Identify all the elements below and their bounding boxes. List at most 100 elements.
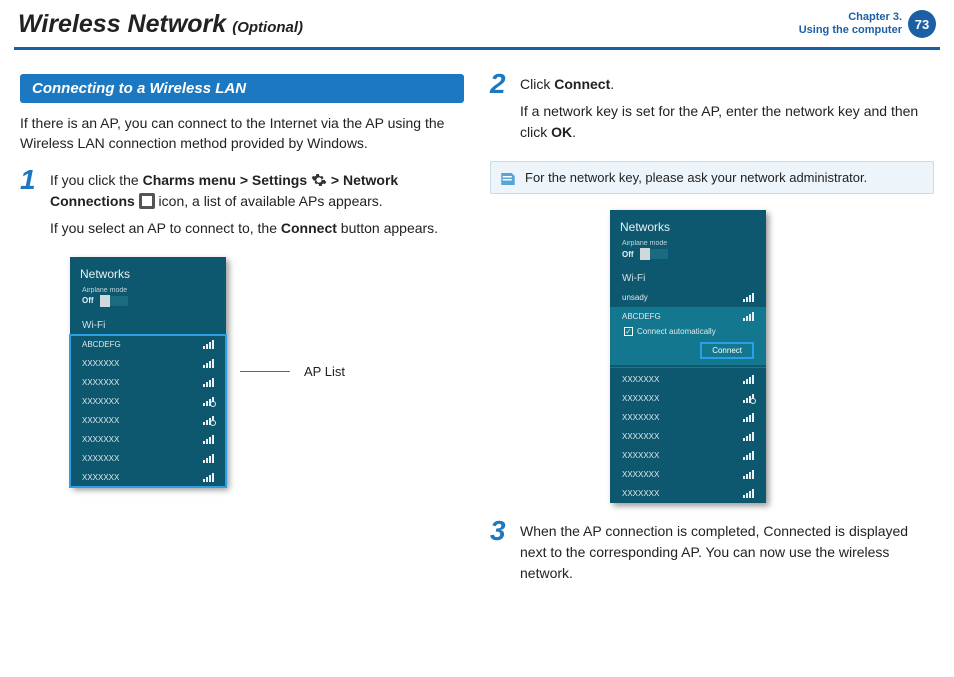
network-connections-icon: [139, 193, 155, 209]
ap-name: XXXXXXX: [82, 359, 119, 368]
step1-p2c: button appears.: [337, 220, 438, 236]
signal-icon: [743, 470, 754, 479]
chapter-line2: Using the computer: [799, 24, 902, 37]
ap-row[interactable]: XXXXXXX: [610, 484, 766, 503]
ap-row[interactable]: XXXXXXX: [610, 408, 766, 427]
page-subtitle: (Optional): [232, 19, 303, 36]
ap-name: XXXXXXX: [82, 454, 119, 463]
airplane-mode-state: Off: [82, 296, 94, 305]
wifi-section-label: Wi-Fi: [610, 267, 766, 288]
signal-icon: [743, 489, 754, 498]
ap-row[interactable]: XXXXXXX: [610, 446, 766, 465]
note-box: For the network key, please ask your net…: [490, 161, 934, 194]
wifi-section-label: Wi-Fi: [70, 314, 226, 335]
signal-icon: [743, 293, 754, 302]
signal-secure-icon: [203, 397, 214, 406]
ap-name: XXXXXXX: [82, 378, 119, 387]
ap-name: XXXXXXX: [622, 489, 659, 498]
step1-text-end: icon, a list of available APs appears.: [155, 193, 383, 209]
step-3-number: 3: [490, 517, 510, 590]
ap-name: XXXXXXX: [82, 416, 119, 425]
step1-p2b: Connect: [281, 220, 337, 236]
signal-icon: [203, 435, 214, 444]
ap-row[interactable]: XXXXXXX: [610, 389, 766, 408]
step1-text: If you click the: [50, 172, 143, 188]
ap-row[interactable]: XXXXXXX: [70, 411, 226, 430]
callout-aplist: AP List: [304, 364, 345, 379]
connect-auto-checkbox[interactable]: ✓: [624, 327, 633, 336]
signal-icon: [743, 432, 754, 441]
note-icon: [499, 170, 517, 191]
ap-name: XXXXXXX: [622, 470, 659, 479]
signal-secure-icon: [203, 416, 214, 425]
divider: [610, 367, 766, 368]
chapter-info: Chapter 3. Using the computer 73: [799, 10, 936, 38]
step2-p1b: Connect: [554, 76, 610, 92]
ap-row[interactable]: XXXXXXX: [610, 370, 766, 389]
gear-icon: [311, 172, 327, 188]
signal-secure-icon: [743, 394, 754, 403]
chapter-line1: Chapter 3.: [799, 11, 902, 24]
ap-name: XXXXXXX: [82, 435, 119, 444]
ap-row[interactable]: XXXXXXX: [70, 430, 226, 449]
ap-name: ABCDEFG: [82, 340, 121, 349]
connect-button[interactable]: Connect: [700, 342, 754, 359]
ap-row[interactable]: XXXXXXX: [610, 427, 766, 446]
signal-icon: [743, 413, 754, 422]
step-1-number: 1: [20, 166, 40, 245]
ap-row[interactable]: XXXXXXX: [70, 392, 226, 411]
signal-icon: [203, 340, 214, 349]
connect-auto-label: Connect automatically: [637, 327, 716, 336]
ap-name: XXXXXXX: [622, 451, 659, 460]
step-2-number: 2: [490, 70, 510, 149]
networks-panel-left: Networks Airplane mode Off Wi-Fi ABCDEFG…: [70, 257, 226, 487]
airplane-toggle[interactable]: [100, 296, 128, 306]
airplane-toggle[interactable]: [640, 249, 668, 259]
panel-title: Networks: [610, 210, 766, 240]
airplane-mode-state: Off: [622, 250, 634, 259]
ap-row[interactable]: ABCDEFG: [70, 335, 226, 354]
step-2: 2 Click Connect. If a network key is set…: [490, 74, 934, 149]
airplane-mode-label: Airplane mode: [622, 240, 754, 247]
callout-line: [240, 371, 290, 372]
page-number-badge: 73: [908, 10, 936, 38]
section-intro: If there is an AP, you can connect to th…: [20, 113, 464, 154]
step2-p2c: .: [572, 124, 576, 140]
airplane-mode-label: Airplane mode: [82, 287, 214, 294]
ap-row-selected[interactable]: ABCDEFG ✓ Connect automatically Connect: [610, 307, 766, 365]
ap-name: XXXXXXX: [82, 473, 119, 482]
ap-name: XXXXXXX: [622, 413, 659, 422]
ap-row[interactable]: XXXXXXX: [70, 373, 226, 392]
step-1: 1 If you click the Charms menu > Setting…: [20, 170, 464, 245]
ap-name: XXXXXXX: [622, 375, 659, 384]
note-text: For the network key, please ask your net…: [525, 170, 867, 185]
step-3: 3 When the AP connection is completed, C…: [490, 521, 934, 590]
panel-title: Networks: [70, 257, 226, 287]
ap-row[interactable]: XXXXXXX: [70, 468, 226, 487]
signal-icon: [743, 451, 754, 460]
step2-p2b: OK: [551, 124, 572, 140]
signal-icon: [203, 378, 214, 387]
signal-icon: [743, 312, 754, 321]
step3-text: When the AP connection is completed, Con…: [520, 521, 934, 584]
ap-row-unsady[interactable]: unsady: [610, 288, 766, 307]
signal-icon: [203, 359, 214, 368]
section-banner: Connecting to a Wireless LAN: [20, 74, 464, 103]
step1-p2a: If you select an AP to connect to, the: [50, 220, 281, 236]
step1-charms: Charms menu > Settings: [143, 172, 311, 188]
ap-name: ABCDEFG: [622, 312, 661, 321]
step2-p2a: If a network key is set for the AP, ente…: [520, 103, 918, 140]
ap-row[interactable]: XXXXXXX: [70, 449, 226, 468]
signal-icon: [203, 473, 214, 482]
networks-panel-right: Networks Airplane mode Off Wi-Fi unsady …: [610, 210, 766, 503]
ap-name: XXXXXXX: [82, 397, 119, 406]
ap-row[interactable]: XXXXXXX: [610, 465, 766, 484]
ap-row[interactable]: XXXXXXX: [70, 354, 226, 373]
signal-icon: [203, 454, 214, 463]
step2-p1c: .: [610, 76, 614, 92]
ap-name: unsady: [622, 293, 648, 302]
step2-p1a: Click: [520, 76, 554, 92]
signal-icon: [743, 375, 754, 384]
ap-name: XXXXXXX: [622, 394, 659, 403]
ap-name: XXXXXXX: [622, 432, 659, 441]
